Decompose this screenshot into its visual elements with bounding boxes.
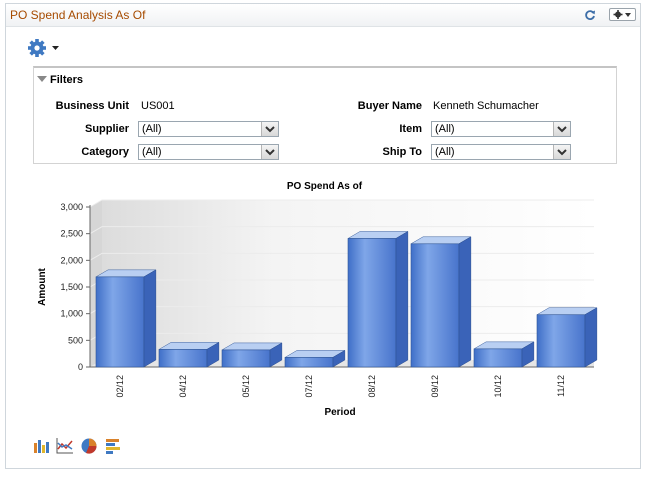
y-tick-label: 2,000	[60, 255, 83, 265]
bar-side	[458, 236, 472, 368]
y-axis-label: Amount	[37, 267, 48, 305]
x-tick-label: 09/12	[430, 375, 440, 398]
x-tick-label: 10/12	[493, 375, 503, 398]
bar	[284, 357, 334, 368]
bar	[410, 243, 460, 368]
y-tick-label: 0	[78, 362, 83, 372]
bar-chart-icon[interactable]	[33, 437, 51, 455]
y-tick-label: 500	[68, 335, 83, 345]
bar	[158, 349, 208, 368]
bar	[221, 349, 271, 368]
x-tick-label: 08/12	[367, 375, 377, 398]
x-tick-label: 04/12	[178, 375, 188, 398]
x-tick-label: 11/12	[556, 375, 566, 397]
y-tick-label: 3,000	[60, 202, 83, 212]
x-tick-label: 02/12	[115, 375, 125, 398]
bar-side	[395, 231, 409, 368]
bar-side	[143, 269, 157, 368]
y-tick-label: 1,500	[60, 282, 83, 292]
line-chart-icon[interactable]	[56, 437, 74, 455]
bar	[473, 348, 523, 368]
bar	[347, 238, 397, 368]
y-tick-label: 1,000	[60, 309, 83, 319]
bar	[536, 314, 586, 368]
y-tick-label: 2,500	[60, 229, 83, 239]
x-axis-label: Period	[324, 407, 355, 418]
bar-side	[584, 307, 598, 368]
bar	[95, 276, 145, 368]
pie-chart-icon[interactable]	[80, 437, 98, 455]
po-spend-chart: 0 500 1,000 1,500 2,000 2,500 3,000 02/12 04/12 0…	[37, 199, 598, 418]
horizontal-bar-chart-icon[interactable]	[104, 437, 122, 455]
x-tick-label: 07/12	[304, 375, 314, 398]
x-tick-label: 05/12	[241, 375, 251, 398]
